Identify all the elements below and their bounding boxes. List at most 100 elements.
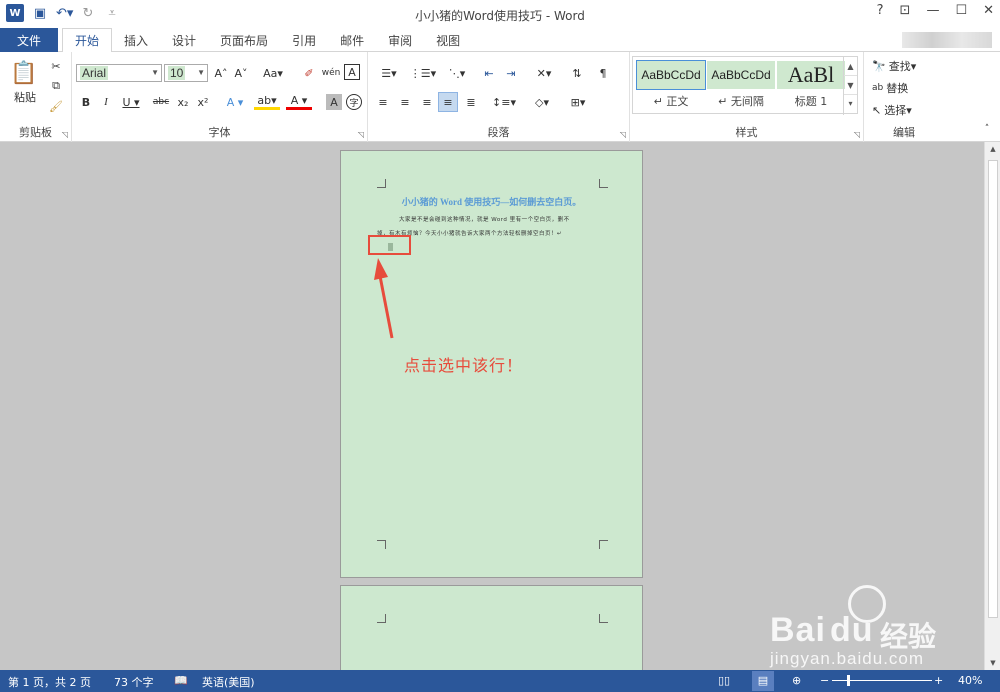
chevron-down-icon[interactable]: ▼	[197, 65, 205, 81]
gallery-more-icon[interactable]: ▾	[844, 95, 857, 113]
minimize-icon[interactable]: —	[926, 3, 939, 18]
increase-indent-icon[interactable]: ⇥	[502, 64, 520, 82]
replace-button[interactable]: ab 替换	[872, 80, 938, 96]
read-mode-icon[interactable]: ▯▯	[718, 674, 730, 687]
scroll-down-icon[interactable]: ▼	[985, 659, 1000, 667]
web-layout-icon[interactable]: ⊕	[792, 674, 801, 687]
print-layout-icon[interactable]: ▤	[752, 671, 774, 691]
styles-launcher-icon[interactable]: ◹	[854, 130, 860, 139]
document-title[interactable]: 小小猪的 Word 使用技巧—如何删去空白页。	[341, 195, 642, 208]
show-marks-icon[interactable]: ¶	[594, 64, 612, 82]
format-painter-icon[interactable]: 🖌	[48, 98, 64, 114]
strikethrough-icon[interactable]: abc	[150, 94, 172, 110]
vertical-scrollbar[interactable]: ▲ ▼	[984, 142, 1000, 670]
window-controls: ? ⊡ — ☐ ✕	[877, 3, 994, 18]
tab-mailings[interactable]: 邮件	[328, 28, 376, 52]
style-normal[interactable]: AaBbCcDd ↵ 正文	[636, 60, 706, 109]
grow-font-icon[interactable]: A˄	[212, 64, 230, 82]
font-color-icon[interactable]: A ▾	[286, 94, 312, 110]
numbering-icon[interactable]: ⋮☰▾	[408, 64, 438, 82]
phonetic-guide-icon[interactable]: wén	[322, 64, 341, 82]
paragraph-launcher-icon[interactable]: ◹	[620, 130, 626, 139]
cut-icon[interactable]: ✂	[48, 58, 64, 74]
char-shading-icon[interactable]: A	[326, 94, 342, 110]
text-effects-icon[interactable]: A ▾	[222, 94, 248, 110]
zoom-in-icon[interactable]: +	[934, 674, 943, 687]
clipboard-launcher-icon[interactable]: ◹	[62, 130, 68, 139]
tab-insert[interactable]: 插入	[112, 28, 160, 52]
tab-file[interactable]: 文件	[0, 28, 58, 52]
collapse-ribbon-icon[interactable]: ˄	[980, 122, 994, 136]
underline-icon[interactable]: U ▾	[118, 94, 144, 110]
chinese-layout-icon[interactable]: ✕▾	[530, 64, 558, 82]
italic-icon[interactable]: I	[98, 94, 114, 110]
shrink-font-icon[interactable]: A˅	[232, 64, 250, 82]
gallery-scroll[interactable]: ▲ ▼ ▾	[843, 57, 857, 115]
font-size-box[interactable]: 10 ▼	[164, 64, 208, 82]
align-right-icon[interactable]: ≡	[418, 94, 436, 110]
justify-icon[interactable]: ≡	[438, 92, 458, 112]
tab-view[interactable]: 视图	[424, 28, 472, 52]
style-name: 标题 1	[794, 95, 828, 108]
language-indicator[interactable]: 英语(美国)	[202, 674, 255, 690]
borders-icon[interactable]: ⊞▾	[564, 94, 592, 110]
style-preview: AaBbCcDd	[636, 60, 706, 90]
proofing-icon[interactable]: 📖	[174, 674, 188, 687]
line-spacing-icon[interactable]: ↕≡▾	[490, 94, 518, 110]
paste-button[interactable]: 粘贴	[8, 90, 42, 104]
chevron-down-icon[interactable]: ▼	[151, 65, 159, 81]
decrease-indent-icon[interactable]: ⇤	[480, 64, 498, 82]
distributed-icon[interactable]: ≣	[462, 94, 480, 110]
paste-icon[interactable]: 📋	[10, 58, 38, 88]
ribbon-display-icon[interactable]: ⊡	[900, 3, 911, 18]
margin-corner	[599, 179, 608, 188]
style-heading-1[interactable]: AaBl 标题 1	[777, 61, 845, 109]
superscript-icon[interactable]: x²	[194, 94, 212, 110]
clear-format-icon[interactable]: ✐	[300, 64, 318, 82]
subscript-icon[interactable]: x₂	[174, 94, 192, 110]
font-name-box[interactable]: Arial ▼	[76, 64, 162, 82]
tab-home[interactable]: 开始	[62, 28, 113, 53]
document-body-line[interactable]: 大家是不是会碰到这种情况，就是 Word 里有一个空白页，删不	[377, 217, 608, 224]
scroll-up-icon[interactable]: ▲	[844, 57, 857, 76]
font-launcher-icon[interactable]: ◹	[358, 130, 364, 139]
shading-icon[interactable]: ◇▾	[528, 94, 556, 110]
tab-page-layout[interactable]: 页面布局	[208, 28, 280, 52]
highlight-icon[interactable]: ab▾	[254, 94, 280, 110]
cursor-icon: ↖	[872, 103, 882, 117]
find-button[interactable]: 🔭 查找 ▾	[872, 58, 938, 74]
change-case-button[interactable]: Aa ▾	[258, 64, 288, 82]
align-center-icon[interactable]: ≡	[396, 94, 414, 110]
style-preview: AaBbCcDd	[707, 61, 775, 89]
style-name: ↵ 无间隔	[718, 95, 764, 108]
close-icon[interactable]: ✕	[983, 3, 994, 18]
margin-corner	[377, 179, 386, 188]
scroll-up-icon[interactable]: ▲	[985, 145, 1000, 153]
tab-references[interactable]: 引用	[280, 28, 328, 52]
select-button[interactable]: ↖ 选择 ▾	[872, 102, 938, 118]
document-body-line[interactable]: 掉，有木有烦恼？今天小小猪就告诉大家两个方法轻松删掉空白页！↵	[377, 231, 608, 238]
help-icon[interactable]: ?	[877, 3, 884, 18]
zoom-slider-thumb[interactable]	[847, 675, 850, 686]
style-no-spacing[interactable]: AaBbCcDd ↵ 无间隔	[707, 61, 775, 109]
zoom-out-icon[interactable]: −	[820, 674, 829, 687]
tab-review[interactable]: 审阅	[376, 28, 424, 52]
sort-icon[interactable]: ⇅	[568, 64, 586, 82]
page-2[interactable]	[340, 585, 643, 670]
char-border-icon[interactable]: A	[344, 64, 360, 80]
copy-icon[interactable]: ⧉	[48, 78, 64, 94]
tab-design[interactable]: 设计	[160, 28, 208, 52]
align-left-icon[interactable]: ≡	[374, 94, 392, 110]
enclose-char-icon[interactable]: 字	[346, 94, 362, 110]
multilevel-list-icon[interactable]: ⋱▾	[442, 64, 472, 82]
page-count[interactable]: 第 1 页，共 2 页	[8, 674, 91, 690]
bullets-icon[interactable]: ☰▾	[374, 64, 404, 82]
account-area[interactable]	[902, 32, 992, 48]
word-count[interactable]: 73 个字	[114, 674, 154, 690]
scroll-down-icon[interactable]: ▼	[844, 76, 857, 95]
bold-icon[interactable]: B	[78, 94, 94, 110]
scrollbar-thumb[interactable]	[988, 160, 998, 618]
font-label: 字体	[208, 126, 231, 139]
zoom-level[interactable]: 40%	[958, 674, 982, 687]
maximize-icon[interactable]: ☐	[955, 3, 967, 18]
